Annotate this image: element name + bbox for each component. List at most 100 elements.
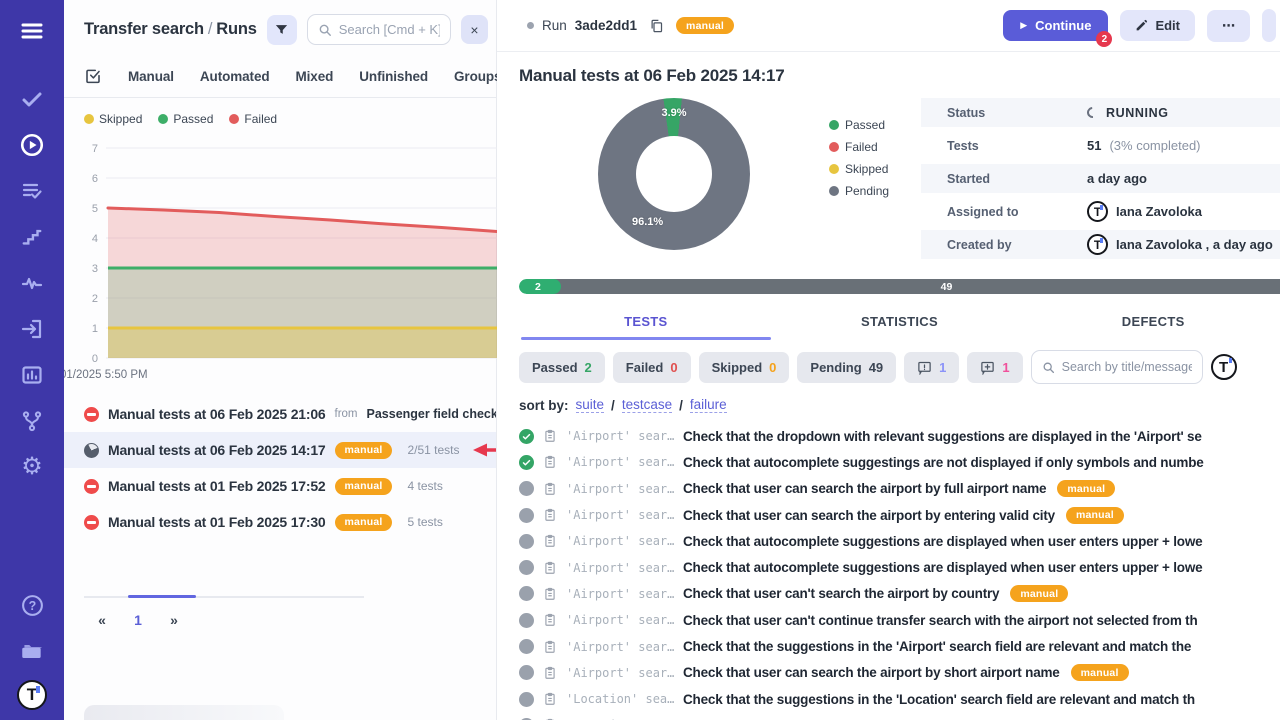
- test-suite[interactable]: 'Airport' sear…: [566, 666, 674, 680]
- menu-icon[interactable]: [15, 14, 49, 48]
- tab-statistics[interactable]: STATISTICS: [773, 304, 1027, 340]
- detail-row-assigned: Assigned to TIana Zavoloka: [921, 197, 1280, 226]
- test-suite[interactable]: 'Location' sea…: [566, 692, 674, 706]
- test-row[interactable]: 'Airport' sear… Check that the dropdown …: [519, 423, 1280, 449]
- test-title[interactable]: Check that the suggestions in the 'Locat…: [683, 692, 1195, 707]
- branches-icon[interactable]: [15, 404, 49, 438]
- comments-chip[interactable]: 1: [904, 352, 959, 383]
- run-from-group[interactable]: Passenger field check: [367, 407, 496, 421]
- test-row[interactable]: 'Airport' sear… Check that user can sear…: [519, 660, 1280, 686]
- test-title[interactable]: Check that the dropdown with relevant su…: [683, 429, 1202, 444]
- test-suite[interactable]: 'Airport' sear…: [566, 534, 674, 548]
- user-avatar[interactable]: T: [1211, 354, 1237, 380]
- filter-passed-chip[interactable]: Passed2: [519, 352, 605, 383]
- runs-search-input[interactable]: [339, 22, 440, 37]
- breadcrumb-project[interactable]: Transfer search: [84, 20, 204, 38]
- search-icon: [318, 23, 332, 37]
- run-row[interactable]: Manual tests at 01 Feb 2025 17:30 manual…: [64, 504, 496, 540]
- legend-failed-label: Failed: [244, 112, 277, 126]
- continue-button[interactable]: ▶ Continue 2: [1003, 10, 1108, 41]
- testcase-icon: [543, 507, 557, 523]
- test-title[interactable]: Check that user can't search the airport…: [683, 586, 999, 601]
- test-title[interactable]: Check that autocomplete suggestings are …: [683, 455, 1204, 470]
- steps-icon[interactable]: [15, 220, 49, 254]
- filter-pending-chip[interactable]: Pending49: [797, 352, 896, 383]
- runs-play-icon[interactable]: [15, 128, 49, 162]
- test-row[interactable]: 'Airport' sear… Check that autocomplete …: [519, 554, 1280, 580]
- test-suite[interactable]: 'Airport' sear…: [566, 508, 674, 522]
- sort-by-testcase-link[interactable]: testcase: [622, 397, 672, 413]
- test-pending-icon: [519, 508, 534, 523]
- run-title[interactable]: Manual tests at 01 Feb 2025 17:52: [108, 478, 326, 494]
- close-search-button[interactable]: ×: [461, 15, 488, 44]
- test-suite[interactable]: 'Airport' sear…: [566, 455, 674, 469]
- test-row[interactable]: 'Airport' sear… Check that autocomplete …: [519, 528, 1280, 554]
- test-suite[interactable]: 'Airport' sear…: [566, 482, 674, 496]
- run-title[interactable]: Manual tests at 06 Feb 2025 21:06: [108, 406, 326, 422]
- test-suite[interactable]: 'Airport' sear…: [566, 587, 674, 601]
- run-title[interactable]: Manual tests at 01 Feb 2025 17:30: [108, 514, 326, 530]
- test-title[interactable]: Check that the suggestions in the 'Airpo…: [683, 639, 1191, 654]
- pagination-prev-button[interactable]: «: [84, 612, 120, 628]
- test-title[interactable]: Check that user can't continue transfer …: [683, 613, 1198, 628]
- filter-button[interactable]: [267, 15, 297, 45]
- tab-manual[interactable]: Manual: [128, 69, 174, 84]
- tab-automated[interactable]: Automated: [200, 69, 270, 84]
- pagination-next-button[interactable]: »: [156, 612, 192, 628]
- test-title[interactable]: Check that user can search the airport b…: [683, 665, 1060, 680]
- pagination-page-1[interactable]: 1: [120, 612, 156, 628]
- help-icon[interactable]: ?: [15, 588, 49, 622]
- tab-tests[interactable]: TESTS: [519, 304, 773, 340]
- edit-button[interactable]: Edit: [1120, 10, 1195, 41]
- run-meta: 5 tests: [407, 515, 442, 529]
- import-icon[interactable]: [15, 312, 49, 346]
- copy-icon[interactable]: [649, 18, 664, 34]
- test-title[interactable]: Check that user can search the airport b…: [683, 481, 1046, 496]
- test-row[interactable]: 'Airport' sear… Check that user can't se…: [519, 581, 1280, 607]
- test-row[interactable]: 'Airport' sear… Check that user can't co…: [519, 607, 1280, 633]
- detail-label: Assigned to: [947, 205, 1087, 219]
- test-row[interactable]: 'Location' sea… Check that autocomplete …: [519, 712, 1280, 720]
- tasks-check-icon[interactable]: [15, 82, 49, 116]
- run-title[interactable]: Manual tests at 06 Feb 2025 14:17: [108, 442, 326, 458]
- tab-mixed[interactable]: Mixed: [296, 69, 334, 84]
- tests-search-input[interactable]: [1062, 360, 1192, 374]
- filter-skipped-chip[interactable]: Skipped0: [699, 352, 790, 383]
- test-row[interactable]: 'Airport' sear… Check that user can sear…: [519, 476, 1280, 502]
- run-badge: manual: [676, 17, 734, 34]
- select-runs-icon[interactable]: [84, 67, 102, 85]
- add-comment-chip[interactable]: 1: [967, 352, 1022, 383]
- tab-defects[interactable]: DEFECTS: [1026, 304, 1280, 340]
- test-suite[interactable]: 'Airport' sear…: [566, 429, 674, 443]
- analytics-icon[interactable]: [15, 358, 49, 392]
- test-suite[interactable]: 'Airport' sear…: [566, 561, 674, 575]
- clipped-edge-button[interactable]: [1262, 9, 1276, 42]
- test-title[interactable]: Check that autocomplete suggestions are …: [683, 560, 1202, 575]
- filter-failed-chip[interactable]: Failed0: [613, 352, 691, 383]
- test-row[interactable]: 'Airport' sear… Check that user can sear…: [519, 502, 1280, 528]
- comment-exclaim-icon: [917, 360, 932, 375]
- test-title[interactable]: Check that user can search the airport b…: [683, 508, 1055, 523]
- run-row[interactable]: Manual tests at 01 Feb 2025 17:52 manual…: [64, 468, 496, 504]
- breadcrumb-page[interactable]: Runs: [216, 20, 256, 38]
- settings-gear-icon[interactable]: ⚙: [15, 450, 49, 484]
- test-title[interactable]: Check that autocomplete suggestions are …: [683, 534, 1202, 549]
- test-suite[interactable]: 'Airport' sear…: [566, 613, 674, 627]
- projects-folder-icon[interactable]: [15, 634, 49, 668]
- profile-avatar[interactable]: T: [17, 680, 47, 710]
- test-row[interactable]: 'Airport' sear… Check that the suggestio…: [519, 633, 1280, 659]
- sort-by-suite-link[interactable]: suite: [576, 397, 605, 413]
- run-row-selected[interactable]: Manual tests at 06 Feb 2025 14:17 manual…: [64, 432, 496, 468]
- test-suite[interactable]: 'Airport' sear…: [566, 640, 674, 654]
- tab-groups[interactable]: Groups: [454, 69, 501, 84]
- test-row[interactable]: 'Location' sea… Check that the suggestio…: [519, 686, 1280, 712]
- more-button[interactable]: ⋯: [1207, 10, 1250, 42]
- test-row[interactable]: 'Airport' sear… Check that autocomplete …: [519, 449, 1280, 475]
- testcase-icon: [543, 665, 557, 681]
- pulse-icon[interactable]: [15, 266, 49, 300]
- assignee-name: Iana Zavoloka: [1116, 204, 1202, 219]
- checklist-icon[interactable]: [15, 174, 49, 208]
- sort-by-failure-link[interactable]: failure: [690, 397, 727, 413]
- tab-unfinished[interactable]: Unfinished: [359, 69, 428, 84]
- run-row[interactable]: Manual tests at 06 Feb 2025 21:06 from P…: [64, 396, 496, 432]
